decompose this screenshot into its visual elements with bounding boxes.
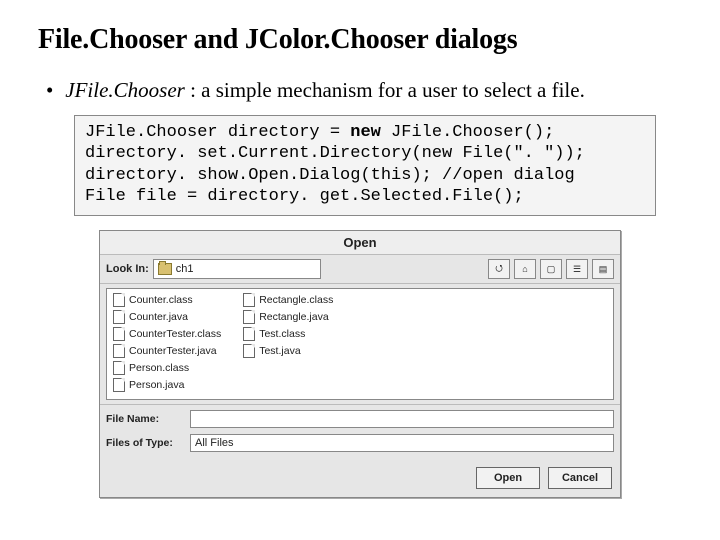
filetype-label: Files of Type:	[106, 437, 184, 449]
file-icon	[113, 327, 125, 341]
list-item[interactable]: Test.class	[243, 327, 333, 341]
open-button[interactable]: Open	[476, 467, 540, 489]
folder-icon	[158, 263, 172, 275]
details-view-icon[interactable]: ▤	[592, 259, 614, 279]
list-item[interactable]: Test.java	[243, 344, 333, 358]
list-view-icon[interactable]: ☰	[566, 259, 588, 279]
slide-title: File.Chooser and JColor.Chooser dialogs	[38, 24, 682, 56]
dialog-title: Open	[100, 231, 620, 255]
file-chooser-dialog: Open Look In: ch1 ⭯ ⌂ ▢ ☰ ▤ Counter.clas…	[99, 230, 621, 498]
cancel-button[interactable]: Cancel	[548, 467, 612, 489]
filename-input[interactable]	[190, 410, 614, 428]
file-icon	[243, 310, 255, 324]
file-icon	[243, 293, 255, 307]
file-icon	[113, 361, 125, 375]
new-folder-icon[interactable]: ▢	[540, 259, 562, 279]
lookin-combo[interactable]: ch1	[153, 259, 322, 279]
file-icon	[113, 344, 125, 358]
file-list[interactable]: Counter.class Counter.java CounterTester…	[106, 288, 614, 400]
code-sample: JFile.Chooser directory = new JFile.Choo…	[74, 115, 656, 216]
file-icon	[243, 327, 255, 341]
list-item[interactable]: Rectangle.class	[243, 293, 333, 307]
list-item[interactable]: Person.class	[113, 361, 221, 375]
filetype-combo[interactable]: All Files	[190, 434, 614, 452]
home-icon[interactable]: ⌂	[514, 259, 536, 279]
lookin-value: ch1	[176, 263, 194, 275]
bullet-item: • JFile.Chooser : a simple mechanism for…	[46, 78, 682, 103]
filename-label: File Name:	[106, 413, 184, 425]
lookin-label: Look In:	[106, 263, 149, 275]
list-item[interactable]: Person.java	[113, 378, 221, 392]
list-item[interactable]: CounterTester.java	[113, 344, 221, 358]
up-one-level-icon[interactable]: ⭯	[488, 259, 510, 279]
file-icon	[113, 378, 125, 392]
list-item[interactable]: Counter.java	[113, 310, 221, 324]
file-icon	[113, 293, 125, 307]
file-icon	[243, 344, 255, 358]
list-item[interactable]: Rectangle.java	[243, 310, 333, 324]
file-icon	[113, 310, 125, 324]
list-item[interactable]: CounterTester.class	[113, 327, 221, 341]
list-item[interactable]: Counter.class	[113, 293, 221, 307]
